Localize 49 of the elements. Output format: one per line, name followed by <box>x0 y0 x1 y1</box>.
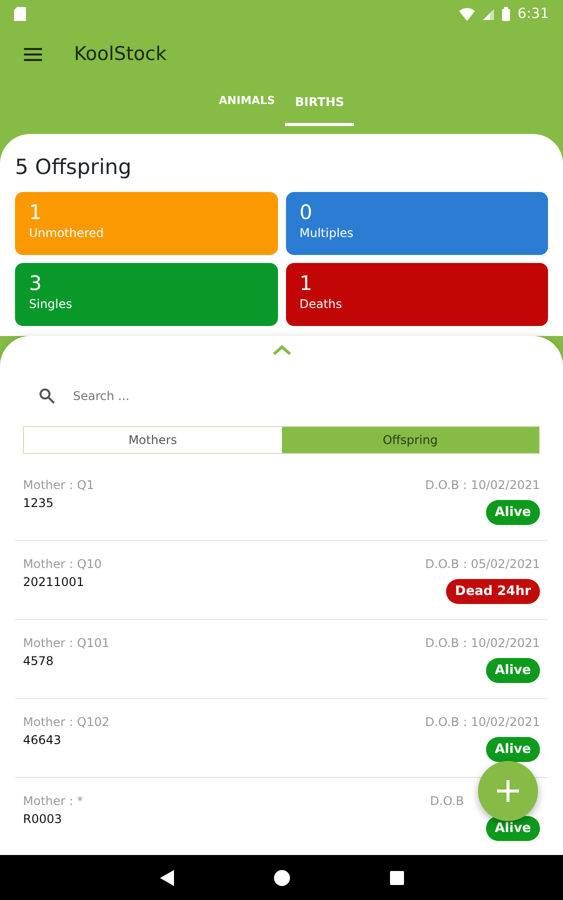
stat-label: Singles <box>29 296 74 312</box>
dob-label: D.O.B : 10/02/2021 <box>425 476 540 494</box>
search-icon <box>39 388 55 404</box>
dob-label: D.O.B <box>430 792 465 810</box>
stat-tile[interactable]: 3 Singles <box>15 262 278 326</box>
app-title: KoolStock <box>74 42 167 67</box>
animal-id: 20211001 <box>23 574 86 590</box>
stat-label: Deaths <box>300 296 344 312</box>
dob-label: D.O.B : 10/02/2021 <box>425 634 540 652</box>
animal-id: 1235 <box>23 494 55 512</box>
status-badge: Alive <box>486 736 540 762</box>
stat-tile[interactable]: 1 Unmothered <box>15 192 278 254</box>
back-icon[interactable] <box>160 870 174 886</box>
mother-label: Mother : Q102 <box>23 714 110 730</box>
sd-card-icon <box>14 7 26 21</box>
stat-value: 0 <box>300 200 314 224</box>
search-field[interactable]: Search ... <box>71 386 225 406</box>
summary-title: 5 Offspring <box>15 154 132 181</box>
battery-icon <box>502 7 510 21</box>
clock-time: 6:31 <box>518 4 549 24</box>
dob-label: D.O.B : 05/02/2021 <box>425 556 540 572</box>
mother-label: Mother : Q101 <box>23 634 110 652</box>
recents-icon[interactable] <box>390 870 404 884</box>
mother-label: Mother : * <box>23 792 83 810</box>
mother-label: Mother : Q1 <box>23 476 94 494</box>
stat-label: Multiples <box>300 224 354 242</box>
tab[interactable]: BIRTHS <box>285 80 354 126</box>
stat-value: 3 <box>29 270 43 294</box>
animal-id: 4578 <box>23 652 55 670</box>
segment-tab[interactable]: Offspring <box>282 426 539 452</box>
home-icon[interactable] <box>274 870 290 886</box>
plus-icon <box>497 780 519 802</box>
stat-tile[interactable]: 1 Deaths <box>286 262 548 326</box>
stat-label: Unmothered <box>29 224 105 242</box>
wifi-icon <box>458 8 475 20</box>
status-badge: Alive <box>486 816 540 841</box>
animal-id: 46643 <box>23 732 62 748</box>
mother-label: Mother : Q10 <box>23 556 102 572</box>
menu-icon[interactable] <box>24 48 42 60</box>
stat-value: 1 <box>29 200 43 224</box>
animal-id: R0003 <box>23 810 63 828</box>
stat-tile[interactable]: 0 Multiples <box>286 192 548 254</box>
tab[interactable]: ANIMALS <box>208 80 285 126</box>
status-badge: Dead 24hr <box>446 578 540 604</box>
signal-icon <box>482 8 494 20</box>
dob-label: D.O.B : 10/02/2021 <box>425 714 540 730</box>
status-badge: Alive <box>486 658 540 683</box>
status-badge: Alive <box>486 500 540 525</box>
stat-value: 1 <box>300 270 314 294</box>
